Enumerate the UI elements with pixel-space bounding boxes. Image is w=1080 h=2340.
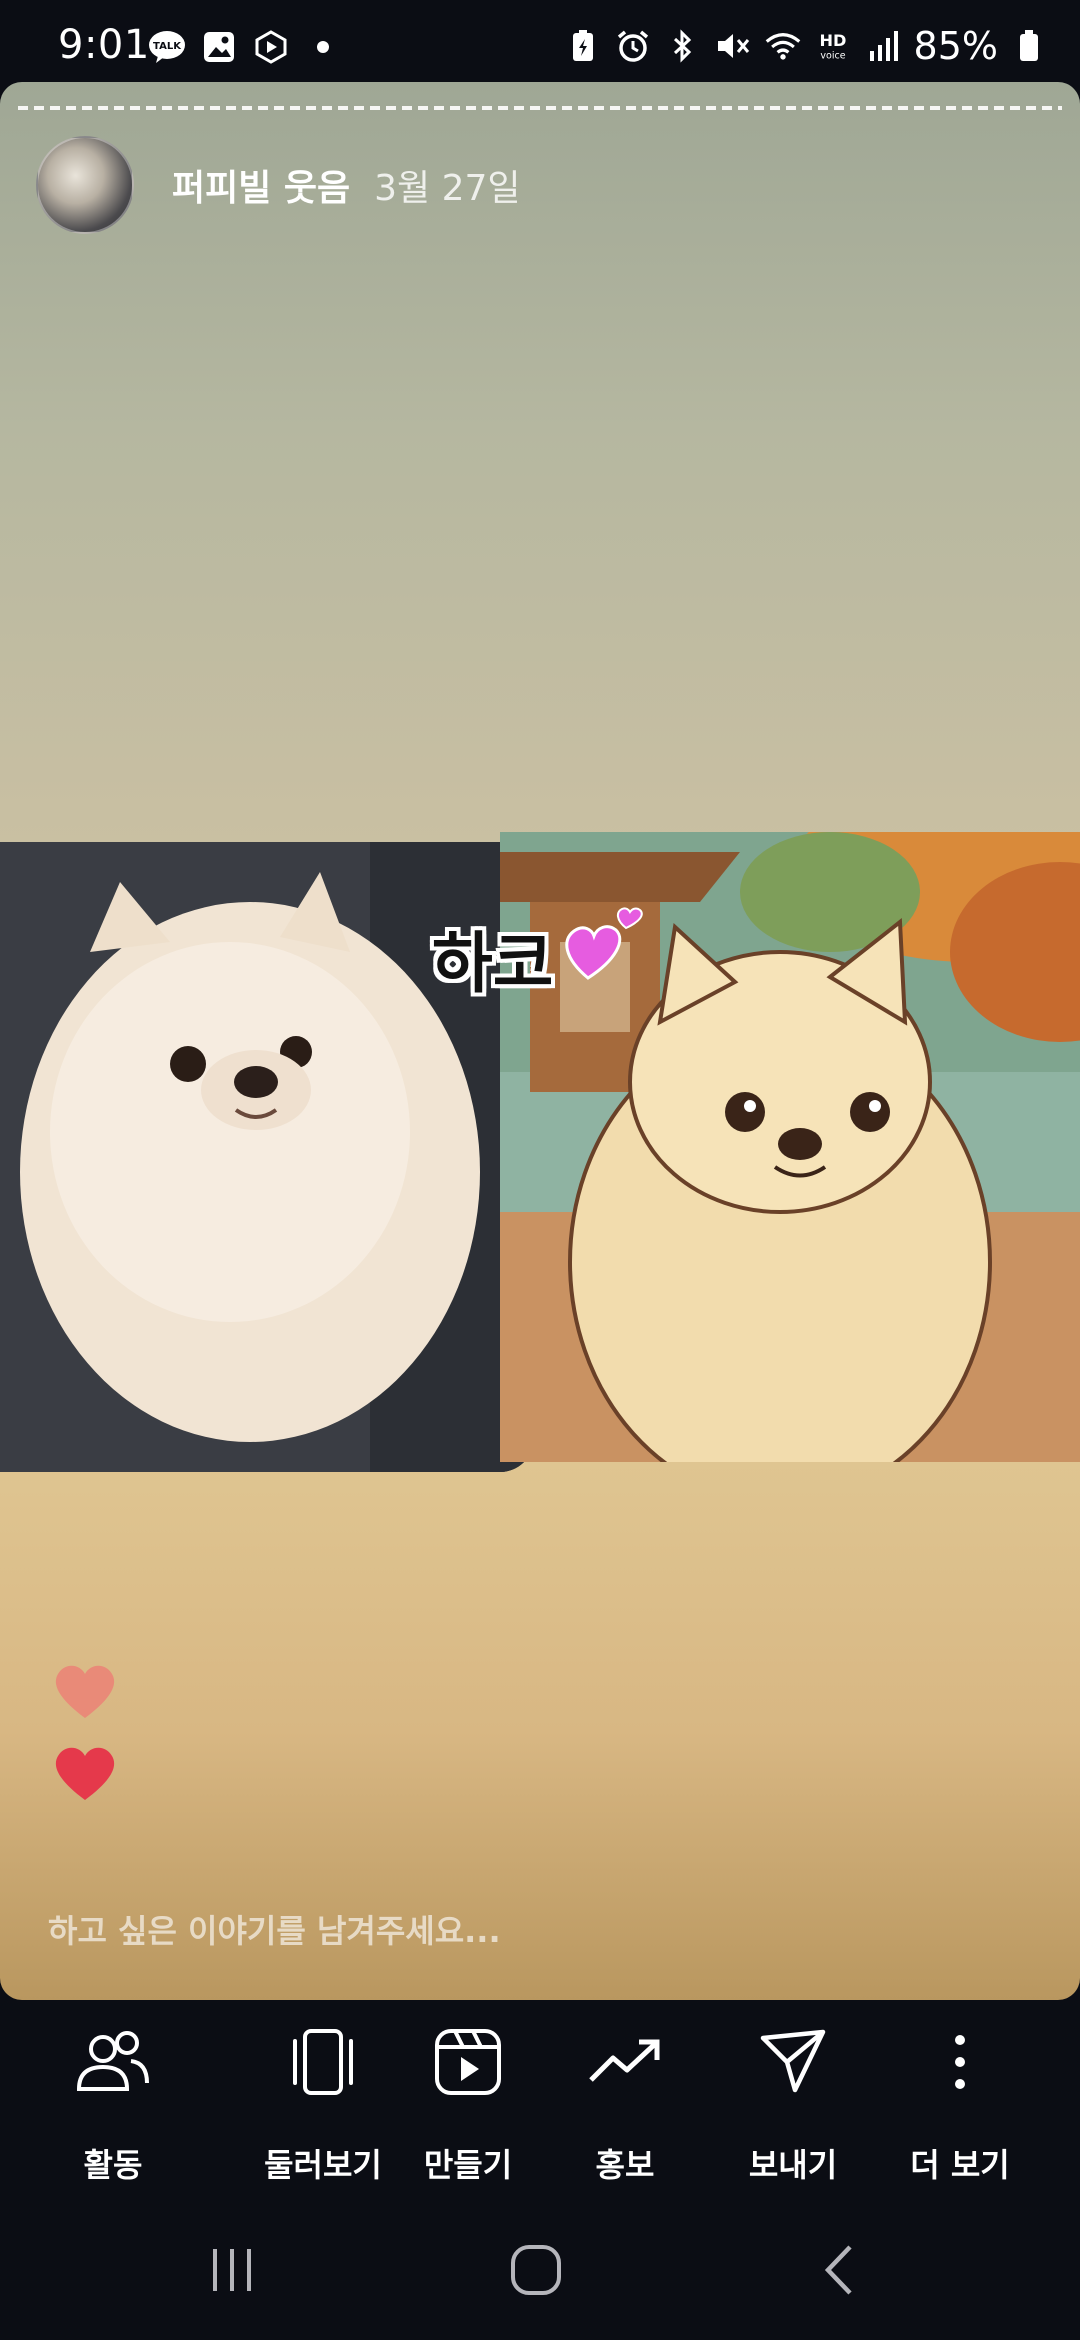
action-label: 보내기	[748, 2146, 838, 2184]
more-vertical-icon	[918, 2020, 1002, 2104]
status-time: 9:01	[58, 22, 150, 68]
heart-reaction-icon[interactable]	[52, 1742, 118, 1802]
play-store-icon	[252, 28, 290, 66]
action-label: 둘러보기	[264, 2146, 382, 2184]
activity-people-icon	[71, 2020, 155, 2104]
signal-icon	[864, 27, 902, 65]
battery-saver-icon	[564, 27, 602, 65]
promote-button[interactable]: 홍보	[540, 2020, 710, 2186]
svg-text:voice: voice	[820, 50, 845, 61]
dot-icon	[304, 28, 342, 66]
action-label: 홍보	[595, 2146, 655, 2184]
more-button[interactable]: 더 보기	[875, 2020, 1045, 2186]
hd-voice-icon: HD voice	[814, 27, 852, 65]
heart-sticker-icon	[560, 900, 650, 990]
activity-button[interactable]: 활동	[28, 2020, 198, 2186]
back-icon[interactable]	[800, 2238, 880, 2302]
battery-percent: 85%	[913, 24, 998, 68]
mute-icon	[714, 27, 752, 65]
explore-card-icon	[281, 2020, 365, 2104]
action-label: 만들기	[423, 2146, 513, 2184]
story-header: 퍼피빌 웃음 3월 27일	[36, 136, 521, 234]
kakaotalk-icon: TALK	[148, 28, 186, 66]
svg-text:HD: HD	[819, 31, 846, 50]
action-label: 활동	[83, 2146, 143, 2184]
create-button[interactable]: 만들기	[383, 2020, 553, 2186]
battery-icon	[1010, 27, 1048, 65]
action-label: 더 보기	[910, 2146, 1010, 2184]
alarm-icon	[614, 27, 652, 65]
bluetooth-icon	[664, 27, 702, 65]
story-progress-bar	[18, 106, 1062, 110]
gallery-icon	[200, 28, 238, 66]
reels-create-icon	[426, 2020, 510, 2104]
send-icon	[751, 2020, 835, 2104]
system-nav-bar	[0, 2220, 1080, 2320]
reply-input[interactable]: 하고 싶은 이야기를 남겨주세요...	[48, 1906, 501, 1952]
story-viewer[interactable]: 퍼피빌 웃음 3월 27일 하코 하고 싶은 이야기를 남겨주세요...	[0, 82, 1080, 2000]
story-date: 3월 27일	[374, 168, 521, 209]
home-icon[interactable]	[496, 2238, 576, 2302]
send-button[interactable]: 보내기	[708, 2020, 878, 2186]
status-bar: 9:01 TALK HD voice 85%	[0, 0, 1080, 80]
story-username[interactable]: 퍼피빌 웃음	[172, 159, 350, 211]
wifi-icon	[764, 27, 802, 65]
system-icons: HD voice 85%	[564, 24, 1048, 68]
trending-up-icon	[583, 2020, 667, 2104]
story-tag-text[interactable]: 하코	[432, 910, 553, 1006]
story-action-bar: 활동 둘러보기 만들기 홍보 보내기 더 보기	[0, 2020, 1080, 2200]
avatar[interactable]	[36, 136, 134, 234]
notification-icons: TALK	[148, 28, 342, 66]
heart-reaction-icon[interactable]	[52, 1660, 118, 1720]
svg-text:TALK: TALK	[153, 41, 182, 52]
recent-apps-icon[interactable]	[192, 2238, 272, 2302]
